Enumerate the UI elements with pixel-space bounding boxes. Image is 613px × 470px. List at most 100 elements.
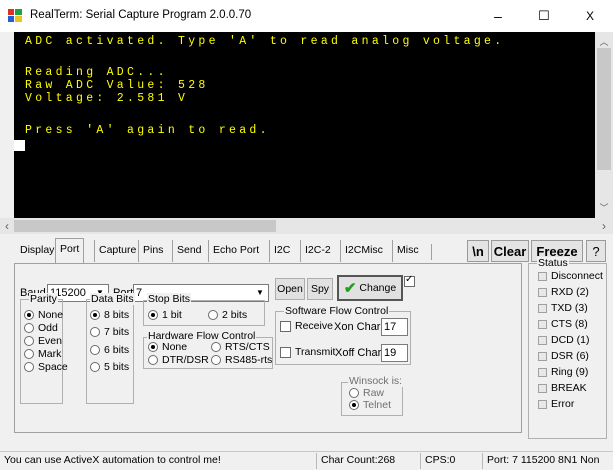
parity-radio-none[interactable]: None <box>24 309 63 321</box>
radio-icon <box>90 327 100 337</box>
status-ring: Ring (9) <box>538 366 588 378</box>
hw-flow-radio-rs485[interactable]: RS485-rts <box>211 354 272 366</box>
winsock-radio-telnet[interactable]: Telnet <box>349 399 391 411</box>
status-dsr: DSR (6) <box>538 350 589 362</box>
parity-group-title: Parity <box>29 293 58 305</box>
scroll-right-icon[interactable]: › <box>595 218 613 234</box>
radio-label: Mark <box>38 348 62 360</box>
hw-flow-radio-dtr-dsr[interactable]: DTR/DSR <box>148 354 209 366</box>
status-led-icon <box>538 383 547 393</box>
change-button-label: Change <box>359 282 397 294</box>
stop-bits-radio-1[interactable]: 1 bit <box>148 309 182 321</box>
terminal-line: Voltage: 2.581 V <box>25 92 189 105</box>
scroll-down-icon[interactable]: ﹀ <box>595 200 613 214</box>
tab-echo-port[interactable]: Echo Port <box>208 240 263 262</box>
status-disconnect: Disconnect <box>538 270 603 282</box>
xon-char-input[interactable]: 17 <box>381 318 408 336</box>
data-bits-group-title: Data Bits <box>90 293 135 305</box>
change-checkbox[interactable] <box>404 274 415 287</box>
radio-label: Space <box>38 361 68 373</box>
data-bits-radio-8[interactable]: 8 bits <box>90 309 129 321</box>
checkbox-label: Receive <box>295 320 333 332</box>
tab-send[interactable]: Send <box>172 240 206 262</box>
newline-button[interactable]: \n <box>467 240 489 262</box>
scroll-left-icon[interactable]: ‹ <box>0 218 14 234</box>
radio-icon <box>24 310 34 320</box>
parity-radio-space[interactable]: Space <box>24 361 68 373</box>
status-error: Error <box>538 398 574 410</box>
scroll-up-icon[interactable]: ︿ <box>595 34 613 48</box>
data-bits-radio-5[interactable]: 5 bits <box>90 361 129 373</box>
tab-misc[interactable]: Misc <box>392 240 423 262</box>
data-bits-radio-7[interactable]: 7 bits <box>90 326 129 338</box>
status-led-icon <box>538 351 547 361</box>
transmit-checkbox[interactable]: Transmit <box>280 346 335 358</box>
status-break: BREAK <box>538 382 587 394</box>
clear-button[interactable]: Clear <box>491 240 529 262</box>
help-button[interactable]: ? <box>586 240 606 262</box>
parity-radio-even[interactable]: Even <box>24 335 62 347</box>
data-bits-radio-6[interactable]: 6 bits <box>90 344 129 356</box>
minimize-button[interactable]: – <box>475 0 521 32</box>
vertical-scroll-thumb[interactable] <box>597 48 611 170</box>
radio-label: 2 bits <box>222 309 248 321</box>
status-led-icon <box>538 287 547 297</box>
xoff-char-input[interactable]: 19 <box>381 344 408 362</box>
status-label: DSR (6) <box>551 350 589 362</box>
tab-display[interactable]: Display <box>16 240 58 262</box>
status-group-title: Status <box>537 257 569 269</box>
maximize-button[interactable]: ☐ <box>521 0 567 32</box>
hw-flow-radio-rts-cts[interactable]: RTS/CTS <box>211 341 270 353</box>
status-label: DCD (1) <box>551 334 590 346</box>
change-button[interactable]: ✔ Change <box>337 275 403 301</box>
open-button[interactable]: Open <box>275 278 305 300</box>
radio-icon <box>24 362 34 372</box>
status-rxd: RXD (2) <box>538 286 589 298</box>
horizontal-scroll-thumb[interactable] <box>14 220 276 232</box>
tab-pins[interactable]: Pins <box>138 240 167 262</box>
radio-icon <box>148 310 158 320</box>
winsock-group-title: Winsock is: <box>348 375 404 387</box>
port-value: 7 <box>136 287 143 299</box>
status-message: You can use ActiveX automation to contro… <box>4 454 221 466</box>
tab-i2c[interactable]: I2C <box>269 240 294 262</box>
status-led-icon <box>538 271 547 281</box>
tab-i2cmisc[interactable]: I2CMisc <box>340 240 387 262</box>
parity-radio-odd[interactable]: Odd <box>24 322 58 334</box>
radio-icon <box>24 336 34 346</box>
radio-icon <box>90 310 100 320</box>
winsock-radio-raw[interactable]: Raw <box>349 387 384 399</box>
terminal-line: Press 'A' again to read. <box>25 124 270 137</box>
checkmark-icon: ✔ <box>343 280 357 297</box>
chevron-down-icon[interactable]: ▼ <box>252 285 268 301</box>
stop-bits-radio-2[interactable]: 2 bits <box>208 309 247 321</box>
terminal-display[interactable]: ADC activated. Type 'A' to read analog v… <box>14 32 595 218</box>
status-led-icon <box>538 319 547 329</box>
terminal-line: Raw ADC Value: 528 <box>25 79 209 92</box>
radio-label: DTR/DSR <box>162 354 209 366</box>
xon-char-label: Xon Char: <box>334 321 384 333</box>
checkbox-icon <box>280 320 291 332</box>
radio-label: RTS/CTS <box>225 341 270 353</box>
stop-bits-group-title: Stop Bits <box>147 293 192 305</box>
status-label: Ring (9) <box>551 366 589 378</box>
software-flow-group-title: Software Flow Control <box>284 305 390 317</box>
checkbox-icon <box>280 346 291 358</box>
radio-icon <box>90 345 100 355</box>
spy-button[interactable]: Spy <box>307 278 333 300</box>
radio-label: Telnet <box>363 399 392 411</box>
hw-flow-radio-none[interactable]: None <box>148 341 187 353</box>
tab-port[interactable]: Port <box>55 238 85 264</box>
radio-label: 7 bits <box>104 326 130 338</box>
tab-capture[interactable]: Capture <box>94 240 140 262</box>
receive-checkbox[interactable]: Receive <box>280 320 333 332</box>
realterm-app-icon <box>8 9 22 22</box>
tab-i2c-2[interactable]: I2C-2 <box>300 240 335 262</box>
parity-radio-mark[interactable]: Mark <box>24 348 61 360</box>
status-led-icon <box>538 335 547 345</box>
close-button[interactable]: X <box>567 0 613 32</box>
radio-icon <box>24 349 34 359</box>
radio-label: 1 bit <box>162 309 182 321</box>
radio-icon <box>208 310 218 320</box>
status-label: BREAK <box>551 382 587 394</box>
